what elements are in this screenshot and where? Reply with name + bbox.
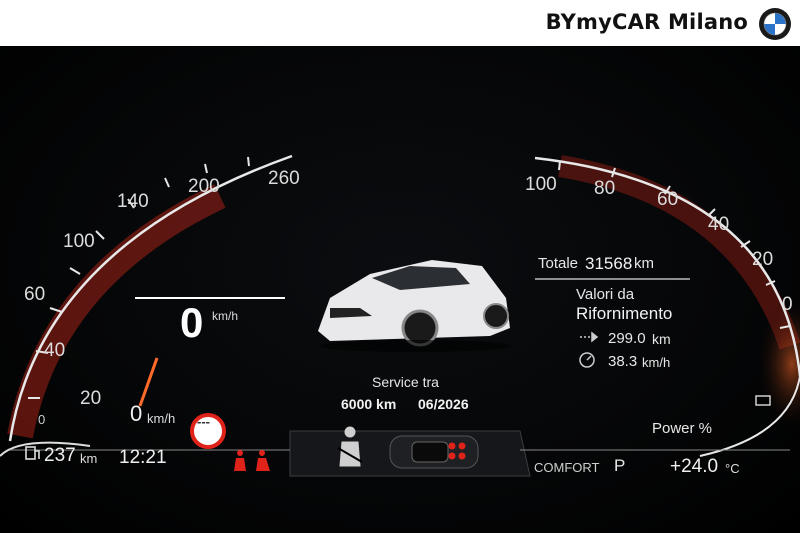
gear-indicator: P bbox=[614, 456, 626, 475]
clock-time: 12:21 bbox=[119, 447, 167, 468]
trip-distance-unit: km bbox=[652, 331, 671, 347]
range-unit: km bbox=[80, 451, 98, 466]
dealer-name: BYmyCAR Milano bbox=[545, 10, 748, 34]
speed-readout-unit: km/h bbox=[212, 309, 239, 323]
trip-distance-value: 299.0 bbox=[608, 330, 646, 347]
limiter-value: 0 bbox=[130, 401, 143, 426]
speed-readout: 0 bbox=[180, 299, 204, 346]
odometer-total-unit: km bbox=[634, 255, 654, 272]
trip-title-line2: Rifornimento bbox=[576, 304, 673, 323]
tachometer-tick-80: 80 bbox=[594, 178, 616, 199]
speed-needle bbox=[138, 357, 159, 407]
car-top-view-icon bbox=[389, 435, 479, 469]
limiter-unit: km/h bbox=[147, 411, 176, 426]
odometer-total-label: Totale bbox=[538, 255, 579, 272]
tachometer-tick-40: 40 bbox=[708, 214, 730, 235]
speedometer-tick-40: 40 bbox=[44, 340, 66, 361]
tachometer-tick-100: 100 bbox=[525, 174, 557, 195]
odometer-total-value: 31568 bbox=[585, 254, 633, 273]
speedometer-tick-140: 140 bbox=[117, 191, 149, 212]
average-speed-icon bbox=[579, 352, 595, 368]
speedometer-tick-100: 100 bbox=[63, 231, 95, 252]
no-limit-sign-text: --- bbox=[197, 414, 210, 429]
airbag-warning-icon bbox=[234, 450, 270, 471]
tachometer-tick-20: 20 bbox=[752, 249, 774, 270]
tachometer-tick-0: 0 bbox=[782, 294, 793, 315]
bmw-roundel-icon bbox=[759, 8, 791, 40]
speedometer-tick-60: 60 bbox=[24, 284, 46, 305]
car-image bbox=[318, 260, 510, 352]
distance-icon bbox=[580, 331, 599, 343]
temperature-unit: °C bbox=[725, 461, 740, 476]
service-label: Service tra bbox=[372, 374, 439, 390]
instrument-cluster: 260 200 140 100 60 40 20 0 0 km/h 0 km/h… bbox=[0, 46, 800, 533]
speedometer-tick-20: 20 bbox=[80, 388, 102, 409]
dealer-header: BYmyCAR Milano bbox=[0, 0, 800, 46]
trip-avg-speed-unit: km/h bbox=[642, 355, 671, 370]
speedometer-tick-0: 0 bbox=[38, 412, 46, 427]
trip-title-line1: Valori da bbox=[576, 286, 635, 303]
service-distance: 6000 km bbox=[341, 396, 397, 412]
fuel-pump-icon bbox=[25, 446, 40, 460]
speedometer-tick-200: 200 bbox=[188, 176, 220, 197]
speedometer-tick-260: 260 bbox=[268, 168, 300, 189]
power-percent-label: Power % bbox=[652, 420, 713, 437]
range-value: 237 bbox=[44, 445, 76, 466]
service-date: 06/2026 bbox=[418, 396, 469, 412]
drive-mode: COMFORT bbox=[534, 460, 600, 475]
tachometer-tick-60: 60 bbox=[657, 189, 679, 210]
outside-temperature: +24.0 bbox=[670, 456, 719, 477]
trip-avg-speed-value: 38.3 bbox=[608, 353, 638, 370]
